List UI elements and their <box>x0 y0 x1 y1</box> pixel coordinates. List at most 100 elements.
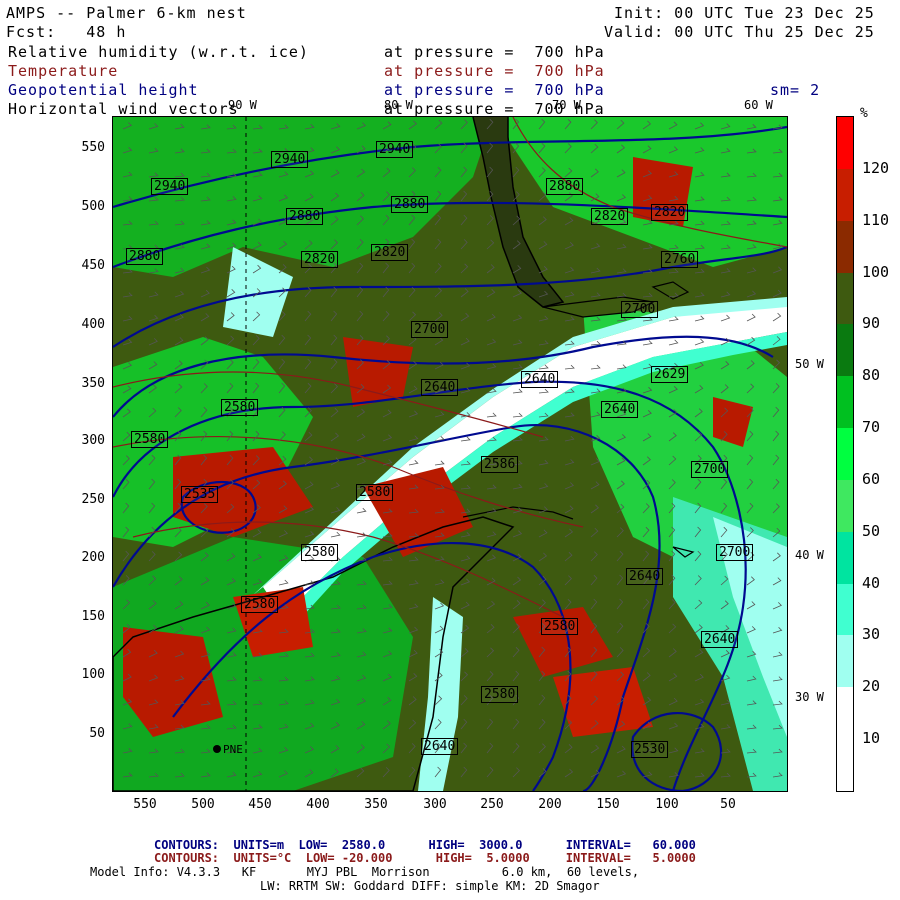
y-tick-label: 250 <box>81 492 105 507</box>
height-contour-label: 2700 <box>411 321 449 338</box>
height-contour-label: 2640 <box>701 631 739 648</box>
height-contour-label: 2580 <box>221 399 259 416</box>
field-rh-name: Relative humidity (w.r.t. ice) <box>8 43 309 61</box>
colorbar-tick-label: 70 <box>862 418 881 437</box>
lon-label-40w: 40 W <box>795 548 824 562</box>
colorbar-tick-label: 100 <box>862 262 890 281</box>
height-contour-label: 2629 <box>651 366 689 383</box>
height-contour-label: 2580 <box>541 618 579 635</box>
colorbar-tick-label: 20 <box>862 677 881 696</box>
colorbar-segment <box>837 687 853 740</box>
colorbar-tick-label: 10 <box>862 729 881 748</box>
y-tick-label: 350 <box>81 376 105 391</box>
colorbar-segment <box>837 168 853 221</box>
y-tick-label: 150 <box>81 609 105 624</box>
forecast-hour: Fcst: 48 h <box>6 23 127 41</box>
height-contour-label: 2580 <box>131 431 169 448</box>
height-contour-label: 2880 <box>391 196 429 213</box>
rh-high-patch <box>343 337 413 407</box>
station-marker <box>213 745 221 753</box>
height-contour-label: 2535 <box>181 486 219 503</box>
init-time: Init: 00 UTC Tue 23 Dec 25 <box>614 4 875 22</box>
height-contour-label: 2700 <box>716 544 754 561</box>
lon-label-30w: 30 W <box>795 690 824 704</box>
station-label: PNE <box>223 743 243 756</box>
colorbar-unit: % <box>860 106 868 121</box>
product-title: AMPS -- Palmer 6-km nest <box>6 4 247 22</box>
x-tick-label: 300 <box>423 797 447 812</box>
valid-time: Valid: 00 UTC Thu 25 Dec 25 <box>604 23 875 41</box>
lon-label-60w: 60 W <box>744 98 773 112</box>
field-temp-name: Temperature <box>8 62 119 80</box>
field-rh-level: at pressure = 700 hPa <box>384 43 605 61</box>
colorbar <box>836 116 854 792</box>
colorbar-segment <box>837 376 853 429</box>
x-tick-label: 350 <box>364 797 388 812</box>
colorbar-tick-label: 110 <box>862 210 890 229</box>
colorbar-tick-label: 50 <box>862 521 881 540</box>
height-contour-label: 2820 <box>591 208 629 225</box>
height-contour-label: 2820 <box>651 204 689 221</box>
y-tick-label: 50 <box>89 726 105 741</box>
colorbar-segment <box>837 479 853 532</box>
colorbar-segment <box>837 272 853 325</box>
colorbar-segment <box>837 428 853 480</box>
colorbar-segment <box>837 635 853 688</box>
x-tick-label: 450 <box>248 797 272 812</box>
field-temp-level: at pressure = 700 hPa <box>384 62 605 80</box>
x-tick-label: 100 <box>655 797 679 812</box>
colorbar-segment <box>837 583 853 636</box>
height-contour-label: 2940 <box>151 178 189 195</box>
colorbar-tick-label: 40 <box>862 573 881 592</box>
height-contour-label: 2820 <box>371 244 409 261</box>
height-contour-label: 2580 <box>481 686 519 703</box>
y-tick-label: 200 <box>81 550 105 565</box>
height-contour-label: 2640 <box>421 738 459 755</box>
lon-label-70w: 70 W <box>552 98 581 112</box>
colorbar-tick-label: 60 <box>862 469 881 488</box>
footer-physics-info: LW: RRTM SW: Goddard DIFF: simple KM: 2D… <box>260 879 600 893</box>
footer-model-info: Model Info: V4.3.3 KF MYJ PBL Morrison 6… <box>90 865 640 879</box>
height-contour-label: 2940 <box>376 141 414 158</box>
height-contour-label: 2640 <box>601 401 639 418</box>
colorbar-segment <box>837 117 853 169</box>
height-contour-label: 2880 <box>286 208 324 225</box>
x-tick-label: 250 <box>480 797 504 812</box>
x-tick-label: 150 <box>596 797 620 812</box>
height-contour-label: 2760 <box>661 251 699 268</box>
x-tick-label: 500 <box>191 797 215 812</box>
height-contour-label: 2640 <box>421 379 459 396</box>
height-contour-label: 2580 <box>356 484 394 501</box>
lon-label-90w: 90 W <box>228 98 257 112</box>
y-tick-label: 550 <box>81 140 105 155</box>
height-contour-label: 2580 <box>301 544 339 561</box>
y-tick-label: 450 <box>81 258 105 273</box>
height-contour-label: 2640 <box>626 568 664 585</box>
footer-temp-contours: CONTOURS: UNITS=°C LOW= -20.000 HIGH= 5.… <box>154 851 696 865</box>
height-contour-label: 2700 <box>621 301 659 318</box>
smoothing-label: sm= 2 <box>770 81 821 99</box>
colorbar-segment <box>837 739 853 791</box>
lon-label-50w: 50 W <box>795 357 824 371</box>
x-tick-label: 400 <box>306 797 330 812</box>
y-tick-label: 400 <box>81 317 105 332</box>
colorbar-tick-label: 90 <box>862 314 881 333</box>
height-contour-label: 2640 <box>521 371 559 388</box>
height-contour-label: 2586 <box>481 456 519 473</box>
x-tick-label: 550 <box>133 797 157 812</box>
height-contour-label: 2700 <box>691 461 729 478</box>
colorbar-segment <box>837 531 853 584</box>
colorbar-tick-label: 120 <box>862 158 890 177</box>
y-tick-label: 100 <box>81 667 105 682</box>
height-contour-label: 2940 <box>271 151 309 168</box>
height-contour-label: 2880 <box>546 178 584 195</box>
height-contour-label: 2530 <box>631 741 669 758</box>
x-tick-label: 200 <box>538 797 562 812</box>
height-contour-label: 2580 <box>241 596 279 613</box>
lon-label-80w: 80 W <box>384 98 413 112</box>
colorbar-tick-label: 80 <box>862 366 881 385</box>
x-tick-label: 50 <box>720 797 736 812</box>
height-contour-label: 2820 <box>301 251 339 268</box>
map-plot-area: PNE 2940 2940 2940 2880 2880 2880 2880 2820 2820… <box>112 116 788 792</box>
field-height-name: Geopotential height <box>8 81 199 99</box>
